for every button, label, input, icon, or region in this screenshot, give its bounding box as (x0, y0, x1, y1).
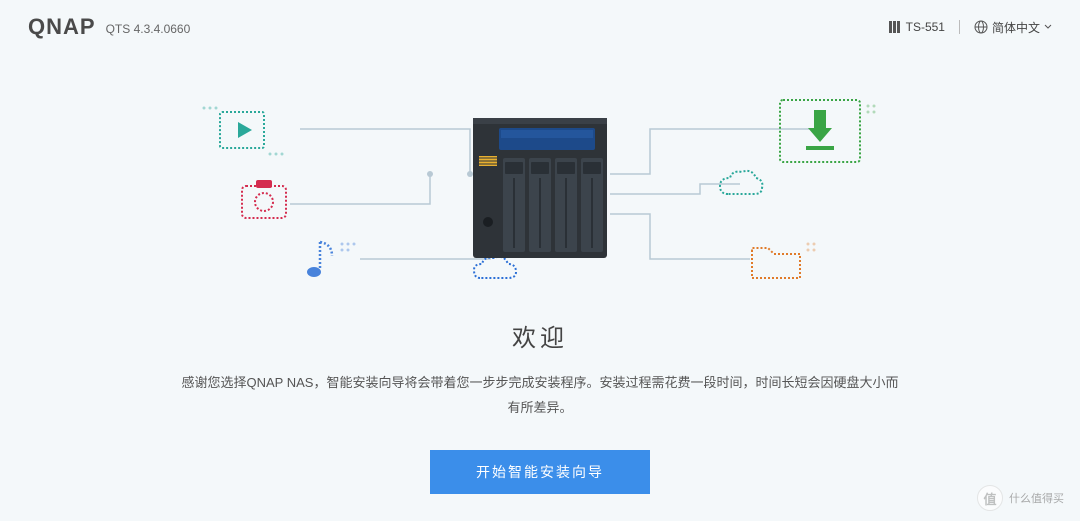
welcome-description: 感谢您选择QNAP NAS，智能安装向导将会带着您一步步完成安装程序。安装过程需… (160, 371, 920, 420)
camera-icon (228, 174, 308, 234)
media-play-icon (200, 104, 290, 164)
welcome-section: 欢迎 感谢您选择QNAP NAS，智能安装向导将会带着您一步步完成安装程序。安装… (0, 318, 1080, 494)
language-text: 简体中文 (992, 19, 1040, 36)
chevron-down-icon (1044, 23, 1052, 31)
globe-icon (974, 20, 988, 34)
nas-icon (888, 20, 902, 34)
model-selector[interactable]: TS-551 (888, 20, 945, 34)
folder-icon (740, 234, 820, 289)
header-bar: QNAP QTS 4.3.4.0660 TS-551 简体中文 (0, 0, 1080, 44)
watermark-label: 什么值得买 (1009, 490, 1064, 506)
divider (959, 20, 960, 34)
music-note-icon (290, 234, 360, 289)
download-icon (770, 92, 880, 172)
welcome-title: 欢迎 (0, 318, 1080, 353)
model-text: TS-551 (906, 20, 945, 34)
hero-illustration (180, 74, 900, 294)
header-right: TS-551 简体中文 (888, 19, 1052, 36)
language-selector[interactable]: 简体中文 (974, 19, 1052, 36)
version-label: QTS 4.3.4.0660 (106, 22, 191, 36)
start-smart-install-button[interactable]: 开始智能安装向导 (430, 450, 650, 494)
watermark-icon: 值 (977, 485, 1003, 511)
nas-device-illustration (465, 112, 615, 262)
brand-logo: QNAP (28, 14, 96, 40)
cloud-icon (710, 166, 770, 206)
watermark: 值 什么值得买 (977, 485, 1064, 511)
